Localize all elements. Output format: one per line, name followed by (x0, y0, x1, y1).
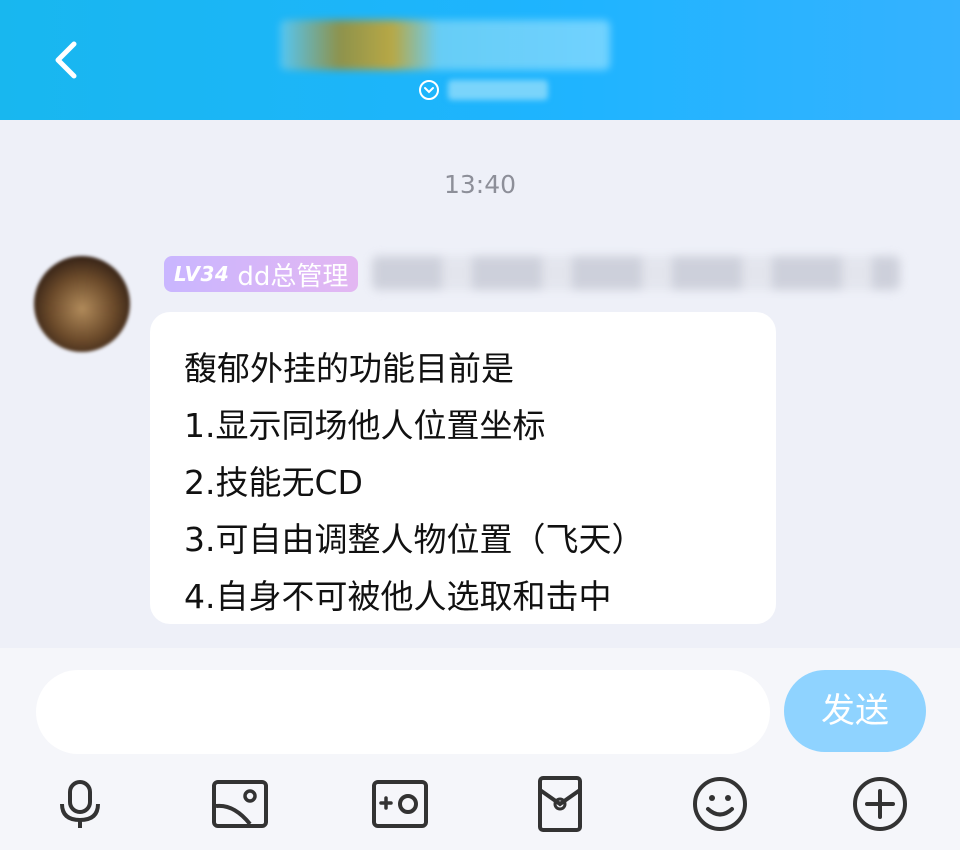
chevron-left-icon (55, 41, 77, 79)
back-button[interactable] (44, 34, 92, 86)
level-label: LV34 (174, 262, 230, 286)
chat-subtitle[interactable] (418, 76, 548, 104)
member-role-title: dd总管理 (237, 261, 349, 292)
camera-button[interactable] (370, 774, 430, 834)
chat-header (0, 0, 960, 120)
chevron-down-circle-icon (419, 80, 439, 100)
message-line: 1.显示同场他人位置坐标 (184, 406, 546, 445)
camera-icon (372, 780, 428, 828)
member-level-badge: LV34 dd总管理 (164, 256, 359, 292)
more-button[interactable] (850, 774, 910, 834)
blurred-subtitle (448, 80, 548, 100)
photo-button[interactable] (210, 774, 270, 834)
message-line: 2.技能无CD (184, 463, 363, 502)
message-line: 4.自身不可被他人选取和击中 (184, 577, 612, 616)
emoji-icon (693, 777, 747, 831)
emoji-button[interactable] (690, 774, 750, 834)
image-icon (212, 780, 268, 828)
red-packet-icon (538, 776, 582, 832)
message-line: 3.可自由调整人物位置（飞天） (184, 520, 645, 559)
plus-icon (853, 777, 907, 831)
blurred-title (280, 20, 610, 70)
red-packet-button[interactable] (530, 774, 590, 834)
blurred-sender-name (372, 256, 900, 290)
message-bubble[interactable]: 馥郁外挂的功能目前是 1.显示同场他人位置坐标 2.技能无CD 3.可自由调整人… (150, 312, 776, 624)
microphone-icon (60, 780, 100, 828)
message-line: 馥郁外挂的功能目前是 (184, 349, 514, 388)
voice-button[interactable] (50, 774, 110, 834)
avatar[interactable] (34, 256, 130, 352)
message-input[interactable] (36, 670, 770, 754)
send-button[interactable]: 发送 (784, 670, 926, 752)
message-timestamp: 13:40 (443, 170, 517, 199)
